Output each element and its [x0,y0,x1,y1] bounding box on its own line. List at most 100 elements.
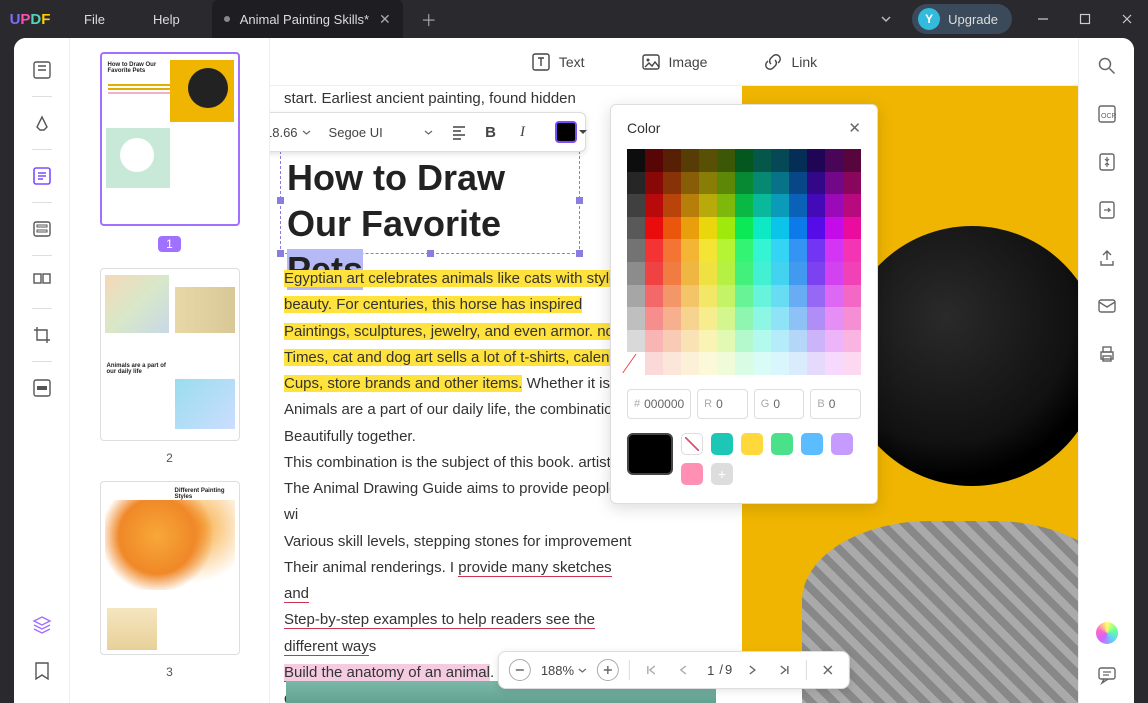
color-grid[interactable] [627,149,861,375]
upgrade-button[interactable]: Y Upgrade [912,4,1012,34]
recent-color-swatch[interactable] [801,433,823,455]
share-icon[interactable] [1093,244,1121,272]
color-cell[interactable] [843,217,861,240]
color-cell[interactable] [717,352,735,375]
color-cell[interactable] [699,172,717,195]
color-cell[interactable] [825,262,843,285]
comments-icon[interactable] [1093,661,1121,689]
color-cell[interactable] [663,330,681,353]
color-cell[interactable] [771,352,789,375]
window-minimize-button[interactable] [1022,0,1064,38]
color-cell[interactable] [735,239,753,262]
color-cell[interactable] [825,149,843,172]
last-page-button[interactable] [774,659,796,681]
color-cell[interactable] [735,217,753,240]
color-cell[interactable] [843,330,861,353]
recent-color-swatch[interactable] [681,463,703,485]
print-icon[interactable] [1093,340,1121,368]
color-cell[interactable] [843,239,861,262]
thumbnail-page-1[interactable]: How to Draw Our Favorite Pets [100,52,240,226]
color-cell[interactable] [789,217,807,240]
pager-close-button[interactable] [817,659,839,681]
color-cell[interactable] [825,172,843,195]
color-cell[interactable] [807,330,825,353]
color-cell[interactable] [627,172,645,195]
italic-button[interactable]: I [509,118,537,146]
color-cell[interactable] [627,194,645,217]
color-cell[interactable] [753,352,771,375]
color-cell[interactable] [825,239,843,262]
color-cell[interactable] [627,330,645,353]
window-maximize-button[interactable] [1064,0,1106,38]
color-cell[interactable] [771,330,789,353]
color-cell[interactable] [717,330,735,353]
zoom-in-button[interactable] [597,659,619,681]
tool-reader-icon[interactable] [24,52,60,88]
thumbnail-page-3[interactable]: Different Painting Styles [100,481,240,655]
ocr-icon[interactable]: OCR [1093,100,1121,128]
color-cell[interactable] [663,217,681,240]
color-cell[interactable] [843,307,861,330]
color-cell[interactable] [843,172,861,195]
color-cell[interactable] [735,172,753,195]
color-cell[interactable] [645,239,663,262]
color-cell[interactable] [735,285,753,308]
color-cell[interactable] [753,330,771,353]
prev-page-button[interactable] [672,659,694,681]
tool-organize-icon[interactable] [24,264,60,300]
r-input[interactable]: R0 [697,389,748,419]
color-cell[interactable] [753,149,771,172]
color-cell[interactable] [699,149,717,172]
color-cell[interactable] [645,194,663,217]
color-cell[interactable] [735,262,753,285]
color-cell[interactable] [717,262,735,285]
color-cell[interactable] [825,307,843,330]
email-icon[interactable] [1093,292,1121,320]
color-cell[interactable] [627,285,645,308]
b-input[interactable]: B0 [810,389,861,419]
color-cell[interactable] [627,239,645,262]
color-cell[interactable] [663,239,681,262]
color-cell[interactable] [771,262,789,285]
color-cell[interactable] [771,217,789,240]
color-cell[interactable] [645,172,663,195]
font-size-select[interactable]: 18.66 [270,125,317,140]
zoom-select[interactable]: 188% [541,663,587,678]
page-indicator[interactable]: 1 / 9 [704,662,732,679]
color-panel-close-button[interactable]: ✕ [848,119,861,137]
color-cell[interactable] [771,172,789,195]
color-cell[interactable] [717,172,735,195]
search-icon[interactable] [1093,52,1121,80]
color-cell[interactable] [717,194,735,217]
zoom-out-button[interactable] [509,659,531,681]
document-tab[interactable]: Animal Painting Skills* ✕ [212,0,403,38]
color-cell[interactable] [699,285,717,308]
color-cell[interactable] [753,194,771,217]
color-cell[interactable] [681,172,699,195]
bold-button[interactable]: B [477,118,505,146]
color-cell[interactable] [753,172,771,195]
recent-color-swatch[interactable] [831,433,853,455]
color-cell[interactable] [663,352,681,375]
insert-image-button[interactable]: Image [641,52,708,72]
font-color-button[interactable] [555,121,577,143]
color-cell[interactable] [789,194,807,217]
color-cell[interactable] [735,194,753,217]
next-page-button[interactable] [742,659,764,681]
color-cell[interactable] [645,262,663,285]
color-cell[interactable] [753,262,771,285]
color-cell[interactable] [807,285,825,308]
color-cell[interactable] [681,262,699,285]
color-cell[interactable] [627,307,645,330]
color-cell[interactable] [843,285,861,308]
thumbnail-page-2[interactable]: Animals are a part of our daily life [100,268,240,442]
menu-file[interactable]: File [60,12,129,27]
color-cell[interactable] [717,149,735,172]
color-cell[interactable] [735,149,753,172]
color-cell[interactable] [771,194,789,217]
color-cell[interactable] [699,307,717,330]
color-cell[interactable] [699,217,717,240]
color-cell[interactable] [717,307,735,330]
first-page-button[interactable] [640,659,662,681]
tabs-overflow-button[interactable] [860,13,912,25]
